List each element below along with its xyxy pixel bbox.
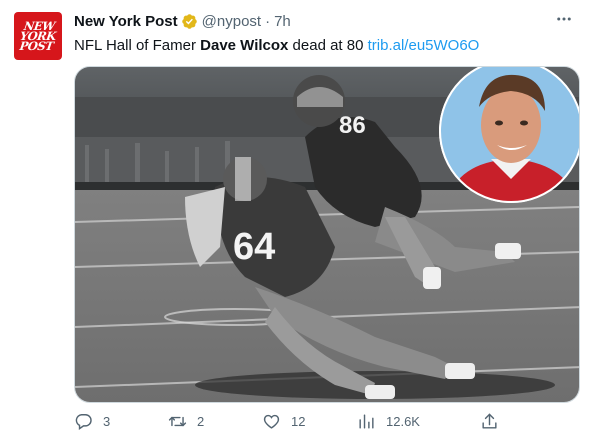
timestamp[interactable]: 7h [274, 13, 291, 30]
like-button[interactable]: 12 [262, 412, 305, 431]
share-button[interactable] [480, 412, 509, 431]
reply-button[interactable]: 3 [74, 412, 110, 431]
share-icon [482, 413, 497, 429]
like-icon [263, 414, 280, 429]
tweet-text-bold: Dave Wilcox [200, 37, 289, 54]
tweet-link[interactable]: trib.al/eu5WO6O [368, 37, 480, 54]
retweet-icon [168, 416, 187, 427]
jersey-number-back: 86 [339, 112, 366, 139]
tweet-text-part: dead at 80 [288, 37, 368, 54]
handle[interactable]: @nypost [202, 13, 261, 30]
like-count: 12 [291, 414, 306, 429]
reply-count: 3 [103, 414, 111, 429]
views-button[interactable]: 12.6K [357, 412, 420, 431]
tweet-photo[interactable]: 86 64 [74, 66, 580, 403]
tweet-header: New York Post @nypost · 7h [74, 13, 291, 30]
avatar-logo-text: NEW YORK POST [18, 19, 57, 53]
photo-illustration: 86 64 [75, 67, 579, 402]
retweet-count: 2 [197, 414, 205, 429]
more-dots [557, 17, 571, 21]
jersey-number-front: 64 [233, 226, 275, 268]
tweet-text-part: NFL Hall of Famer [74, 37, 201, 54]
tweet-actions: 3 2 12 12.6K [74, 412, 580, 436]
avatar[interactable]: NEW YORK POST [14, 12, 62, 60]
separator: · [265, 13, 271, 30]
display-name[interactable]: New York Post [74, 13, 178, 30]
views-icon [359, 414, 374, 429]
retweet-button[interactable]: 2 [168, 412, 204, 431]
tweet-text: NFL Hall of Famer Dave Wilcox dead at 80… [74, 36, 479, 56]
verified-badge-icon [181, 14, 197, 29]
reply-icon [75, 414, 92, 430]
views-count: 12.6K [386, 414, 420, 429]
more-icon[interactable] [551, 8, 577, 30]
